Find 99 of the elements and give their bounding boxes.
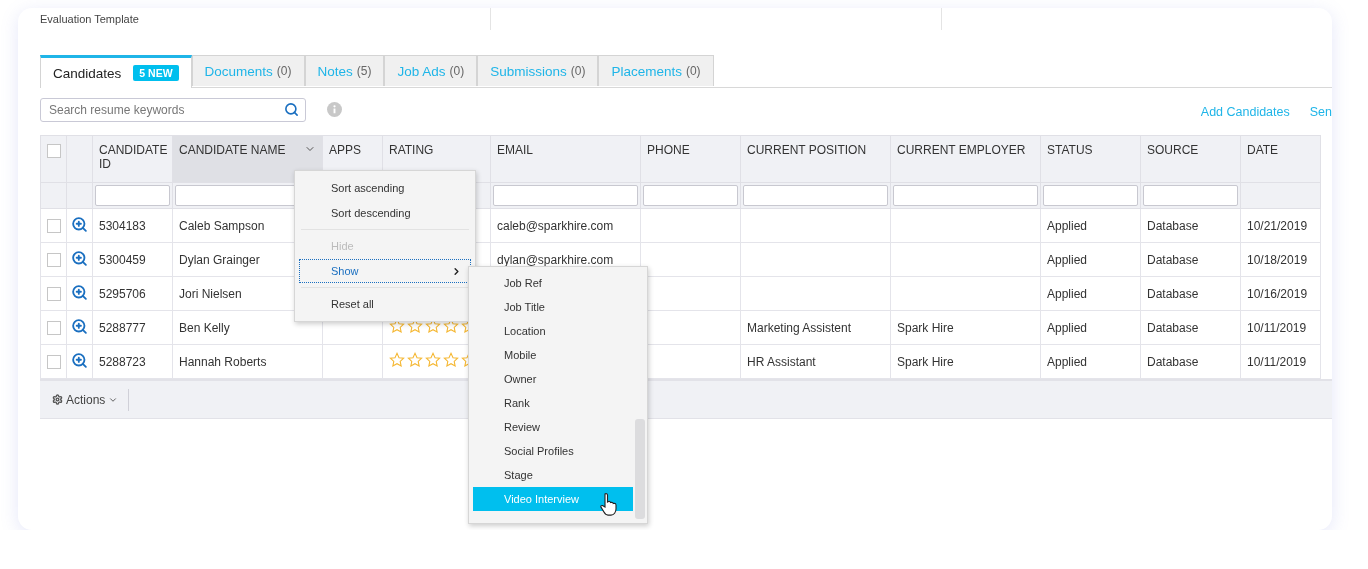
zoom-in-icon[interactable] — [71, 317, 88, 335]
table-cell: Database — [1147, 218, 1199, 233]
tab-label: Notes — [317, 63, 353, 79]
table-cell: 5295706 — [99, 286, 146, 301]
tab-count: (0) — [570, 64, 586, 78]
table-cell: Database — [1147, 354, 1199, 369]
menu-item[interactable]: Stage — [473, 463, 633, 487]
table-cell: Jori Nielsen — [179, 286, 242, 301]
table-cell: 10/18/2019 — [1247, 252, 1308, 267]
menu-item[interactable]: Job Ref — [473, 271, 633, 295]
column-header[interactable]: EMAIL — [497, 143, 533, 157]
tab-count: (0) — [685, 64, 701, 78]
table-cell: Applied — [1047, 218, 1088, 233]
table-cell: 10/16/2019 — [1247, 286, 1308, 301]
filter-field[interactable] — [1143, 185, 1238, 206]
tab-count: (0) — [276, 64, 292, 78]
table-cell: Spark Hire — [897, 320, 954, 335]
row-checkbox[interactable] — [47, 286, 61, 301]
column-header[interactable]: PHONE — [647, 143, 690, 157]
menu-item[interactable]: Mobile — [473, 343, 633, 367]
menu-item[interactable]: Location — [473, 319, 633, 343]
column-header[interactable]: STATUS — [1047, 143, 1093, 157]
row-checkbox[interactable] — [47, 354, 61, 369]
table-cell: Database — [1147, 320, 1199, 335]
table-cell: Applied — [1047, 320, 1088, 335]
info-icon[interactable] — [327, 102, 342, 117]
table-cell: Applied — [1047, 252, 1088, 267]
menu-item[interactable]: Rank — [473, 391, 633, 415]
tab[interactable]: Submissions (0) — [477, 55, 599, 86]
zoom-in-icon[interactable] — [71, 249, 88, 267]
table-cell: 5288777 — [99, 320, 146, 335]
star-icon[interactable] — [443, 352, 459, 368]
star-icon[interactable] — [425, 352, 441, 368]
menu-item[interactable]: Reset all — [299, 292, 471, 316]
table-cell: Dylan Grainger — [179, 252, 260, 267]
table-cell: Applied — [1047, 286, 1088, 301]
new-badge: 5 NEW — [133, 65, 179, 81]
zoom-in-icon[interactable] — [71, 351, 88, 369]
tab-count: (0) — [449, 64, 465, 78]
pointer-hand-icon — [600, 492, 618, 516]
section-label: Evaluation Template — [40, 13, 139, 25]
tab[interactable]: Placements (0) — [598, 55, 714, 86]
table-cell: Ben Kelly — [179, 320, 230, 335]
menu-item[interactable]: Owner — [473, 367, 633, 391]
tab-label: Submissions — [490, 63, 567, 79]
filter-field[interactable] — [643, 185, 738, 206]
column-header[interactable]: APPS — [329, 143, 361, 157]
table-cell: 10/11/2019 — [1247, 354, 1307, 369]
search-icon[interactable] — [284, 102, 299, 117]
menu-item[interactable]: Social Profiles — [473, 439, 633, 463]
table-cell: Spark Hire — [897, 354, 954, 369]
tab[interactable]: Job Ads (0) — [384, 55, 478, 86]
row-checkbox[interactable] — [47, 218, 61, 233]
star-icon[interactable] — [407, 352, 423, 368]
column-header[interactable]: RATING — [389, 143, 434, 157]
filter-field[interactable] — [95, 185, 170, 206]
table-cell: 10/11/2019 — [1247, 320, 1307, 335]
table-cell: 10/21/2019 — [1247, 218, 1308, 233]
table-cell: Database — [1147, 286, 1199, 301]
tab-label: Documents — [204, 63, 273, 79]
column-header[interactable]: DATE — [1247, 143, 1279, 157]
table-cell: Applied — [1047, 354, 1088, 369]
table-cell: Marketing Assistent — [747, 320, 852, 335]
zoom-in-icon[interactable] — [71, 283, 88, 301]
chevron-icon — [451, 265, 462, 277]
settings-icon — [52, 394, 63, 405]
table-cell: Hannah Roberts — [179, 354, 267, 369]
table-cell: caleb@sparkhire.com — [497, 218, 614, 233]
table-cell: 5300459 — [99, 252, 146, 267]
menu-item[interactable]: Sort descending — [299, 201, 471, 225]
zoom-in-icon[interactable] — [71, 215, 88, 233]
tab-label: Candidates — [53, 65, 122, 81]
table-cell: Caleb Sampson — [179, 218, 265, 233]
table-cell: HR Assistant — [747, 354, 816, 369]
column-header[interactable]: SOURCE — [1147, 143, 1199, 157]
tab[interactable]: Candidates 5 NEW — [40, 55, 192, 88]
filter-field[interactable] — [743, 185, 888, 206]
scrollbar-thumb[interactable] — [635, 419, 645, 519]
table-cell: 5304183 — [99, 218, 146, 233]
tab-label: Placements — [611, 63, 682, 79]
menu-item[interactable]: Job Title — [473, 295, 633, 319]
menu-item[interactable]: Sort ascending — [299, 176, 471, 200]
select-all-checkbox[interactable] — [47, 143, 61, 158]
tab-label: Job Ads — [397, 63, 446, 79]
row-checkbox[interactable] — [47, 252, 61, 267]
filter-field[interactable] — [493, 185, 638, 206]
tab-count: (5) — [356, 64, 372, 78]
table-cell: Database — [1147, 252, 1199, 267]
menu-item[interactable]: Review — [473, 415, 633, 439]
star-icon[interactable] — [389, 352, 405, 368]
search-box[interactable]: Search resume keywords — [40, 97, 306, 122]
filter-field[interactable] — [893, 185, 1038, 206]
row-checkbox[interactable] — [47, 320, 61, 335]
actions-button[interactable]: Actions — [40, 388, 130, 411]
filter-field[interactable] — [1043, 185, 1138, 206]
tab[interactable]: Documents (0) — [191, 55, 305, 86]
tab[interactable]: Notes (5) — [304, 55, 385, 86]
table-cell: dylan@sparkhire.com — [497, 252, 614, 267]
table-cell: 5288723 — [99, 354, 146, 369]
